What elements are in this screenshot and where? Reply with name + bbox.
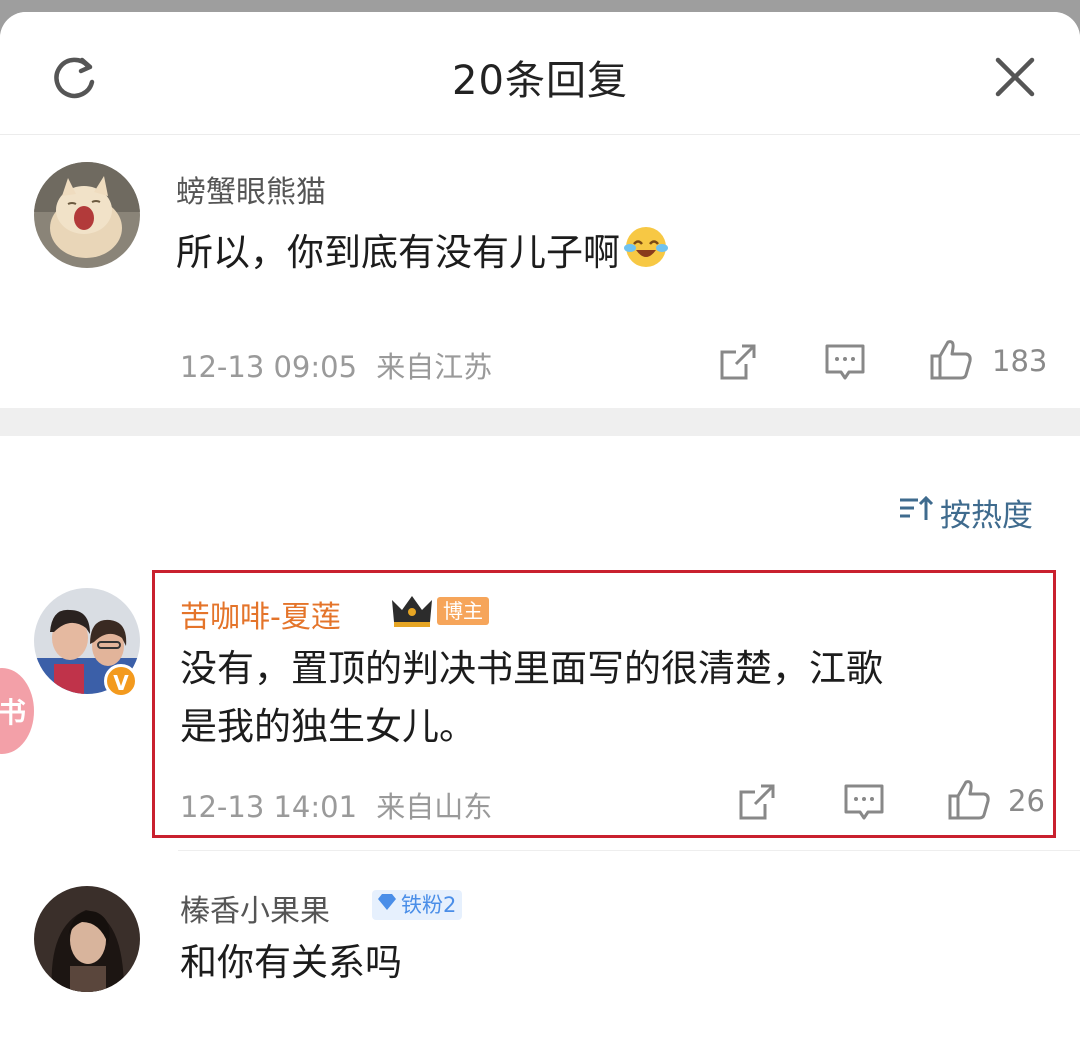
laughing-tears-emoji-icon	[622, 222, 670, 287]
username[interactable]: 榛香小果果	[180, 886, 330, 930]
sort-icon	[898, 494, 934, 532]
diamond-icon	[376, 890, 398, 920]
like-icon[interactable]	[928, 336, 974, 382]
avatar[interactable]	[34, 162, 140, 268]
timestamp: 12-13 09:05	[180, 350, 358, 384]
comment-text-body: 所以，你到底有没有儿子啊	[176, 231, 620, 274]
highlight-box	[152, 570, 1056, 838]
share-icon[interactable]	[716, 340, 760, 384]
location: 来自江苏	[376, 350, 493, 384]
verified-badge: V	[104, 664, 138, 698]
side-floating-button[interactable]: 书	[0, 668, 34, 754]
sheet-header: 20条回复	[0, 12, 1080, 135]
fan-badge: 铁粉2	[372, 890, 463, 920]
comment-text: 所以，你到底有没有儿子啊	[176, 222, 670, 287]
comment-text: 和你有关系吗	[180, 941, 402, 984]
reply-icon[interactable]	[823, 340, 867, 384]
divider	[178, 850, 1080, 851]
section-divider	[0, 408, 1080, 436]
page-title: 20条回复	[452, 58, 628, 104]
comment-sheet: 20条回复 螃蟹眼熊猫 所以，你到底有没有儿子啊 12-13 09:05 来自江…	[0, 12, 1080, 1052]
fan-badge-label: 铁粉2	[401, 893, 457, 917]
close-icon[interactable]	[992, 54, 1038, 100]
sort-label: 按热度	[940, 498, 1033, 534]
comment-meta: 12-13 09:05 来自江苏	[180, 344, 492, 386]
sort-toggle[interactable]: 按热度	[898, 490, 1033, 535]
avatar[interactable]	[34, 886, 140, 992]
like-count: 183	[992, 344, 1048, 378]
username[interactable]: 螃蟹眼熊猫	[176, 167, 326, 211]
